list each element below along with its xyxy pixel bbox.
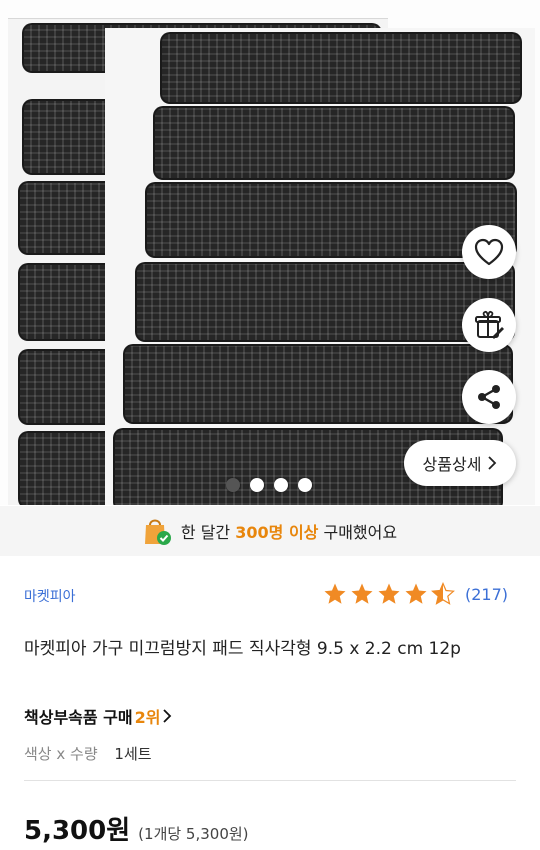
- star-icon: [324, 583, 346, 604]
- selected-options: 색상 x 수량 1세트: [24, 743, 152, 764]
- star-icon: [378, 583, 400, 604]
- review-count[interactable]: (217): [465, 585, 508, 604]
- star-icon: [405, 583, 427, 604]
- divider: [24, 780, 516, 781]
- options-value: 1세트: [114, 745, 152, 763]
- gift-icon: [475, 310, 504, 339]
- shopping-bag-check-icon: [144, 519, 171, 545]
- seller-link[interactable]: 마켓피아: [24, 586, 76, 606]
- price-block: 5,300원 (1개당 5,300원): [24, 810, 249, 847]
- rank-number: 2위: [134, 708, 161, 727]
- category-rank-link[interactable]: 책상부속품 구매 2위: [24, 704, 172, 728]
- rating-stars[interactable]: (217): [322, 582, 508, 606]
- notice-highlight: 300명 이상: [235, 523, 319, 542]
- carousel-dot-1[interactable]: [226, 478, 240, 492]
- product-title: 마켓피아 가구 미끄럼방지 패드 직사각형 9.5 x 2.2 cm 12p: [24, 639, 461, 659]
- chevron-right-icon: [488, 456, 497, 470]
- share-button[interactable]: [462, 370, 516, 424]
- carousel-dot-3[interactable]: [274, 478, 288, 492]
- carousel-dot-4[interactable]: [298, 478, 312, 492]
- product-image[interactable]: [0, 0, 540, 505]
- purchase-notice: 한 달간 300명 이상 구매했어요: [0, 506, 540, 556]
- unit-price: (1개당 5,300원): [138, 825, 249, 843]
- product-detail-label: 상품상세: [422, 455, 482, 474]
- notice-suffix: 구매했어요: [323, 523, 398, 542]
- share-icon: [478, 385, 500, 409]
- options-label: 색상 x 수량: [24, 745, 98, 763]
- chevron-right-icon: [163, 709, 172, 723]
- rank-prefix: 책상부속품 구매: [24, 708, 133, 727]
- wishlist-button[interactable]: [462, 225, 516, 279]
- star-half-icon: [431, 582, 455, 605]
- gift-button[interactable]: [462, 298, 516, 352]
- notice-prefix: 한 달간: [180, 523, 231, 542]
- product-detail-button[interactable]: 상품상세: [404, 440, 516, 486]
- price: 5,300원: [24, 816, 131, 846]
- carousel-dot-2[interactable]: [250, 478, 264, 492]
- heart-icon: [474, 238, 504, 266]
- star-icon: [351, 583, 373, 604]
- carousel-indicator: [226, 478, 312, 492]
